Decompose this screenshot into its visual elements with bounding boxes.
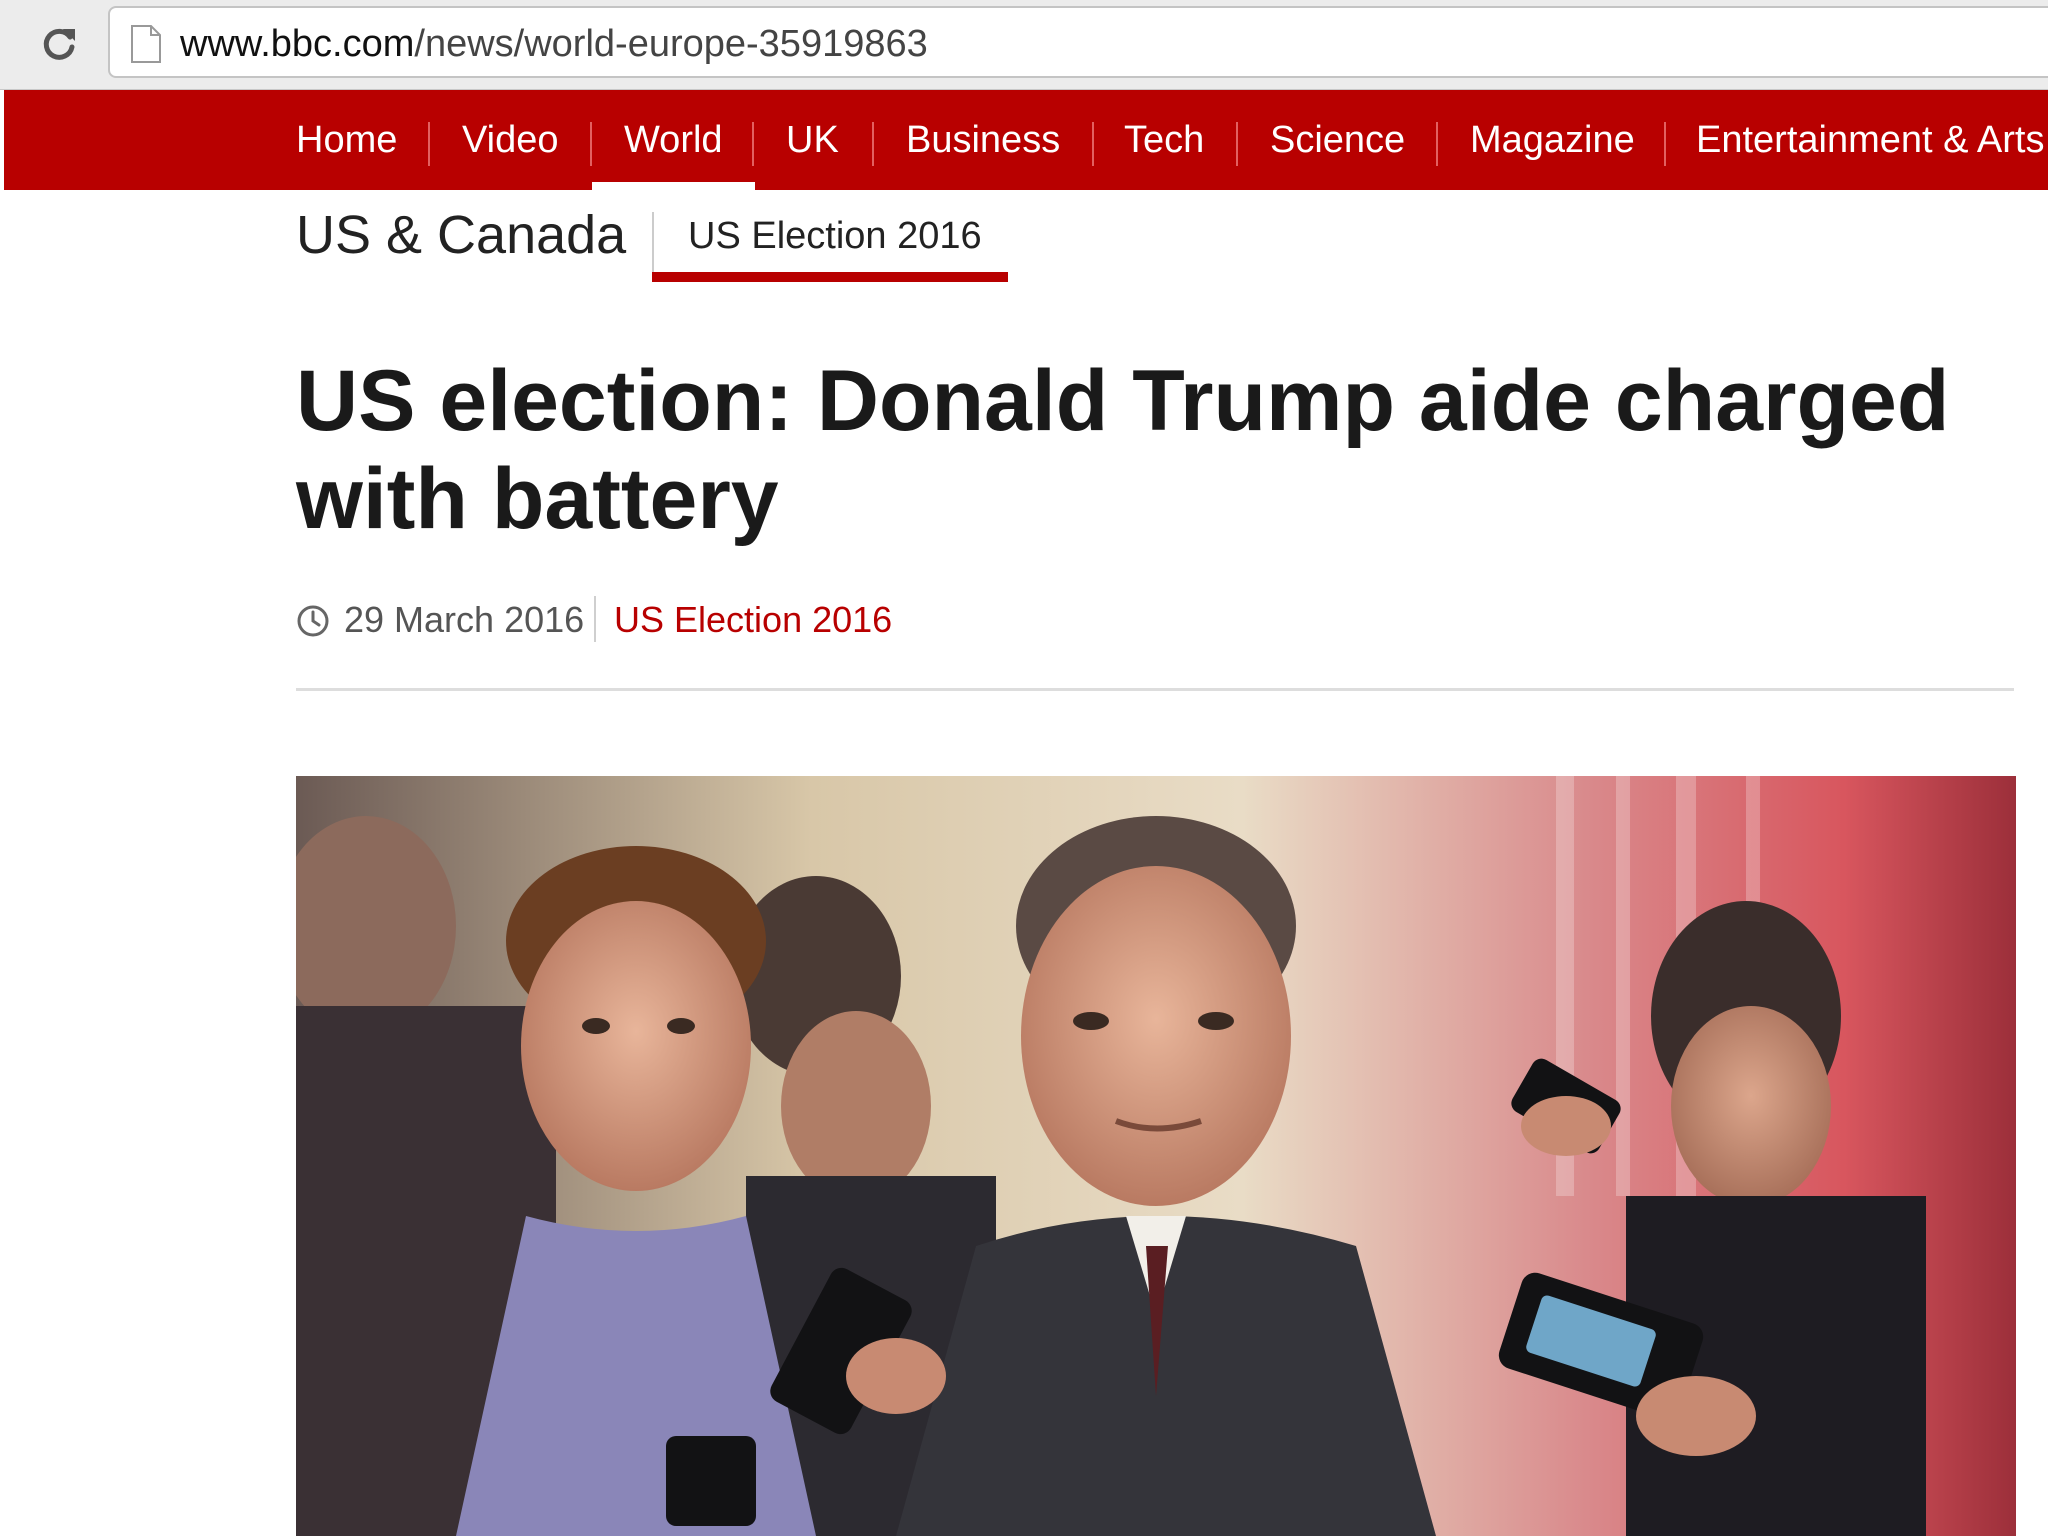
subnav-separator — [652, 212, 654, 274]
nav-item-entertainment-arts[interactable]: Entertainment & Arts — [1696, 90, 2045, 190]
primary-nav: Home Video World UK Business Tech Scienc… — [4, 90, 2048, 190]
page-icon — [130, 24, 162, 69]
nav-separator — [1664, 122, 1666, 166]
nav-item-world[interactable]: World — [592, 90, 754, 190]
url-path: /news/world-europe-35919863 — [414, 23, 928, 65]
nav-separator — [590, 122, 592, 166]
nav-item-video[interactable]: Video — [462, 90, 559, 190]
nav-separator — [428, 122, 430, 166]
nav-item-uk[interactable]: UK — [786, 90, 839, 190]
address-bar[interactable]: www.bbc.com/news/world-europe-35919863 — [108, 6, 2048, 78]
nav-item-home[interactable]: Home — [296, 90, 397, 190]
nav-item-science[interactable]: Science — [1270, 90, 1405, 190]
nav-item-business[interactable]: Business — [906, 90, 1060, 190]
nav-separator — [1436, 122, 1438, 166]
browser-toolbar: www.bbc.com/news/world-europe-35919863 — [0, 0, 2048, 90]
subnav-active-indicator — [652, 272, 1008, 282]
nav-separator — [872, 122, 874, 166]
url-text[interactable]: www.bbc.com/news/world-europe-35919863 — [180, 22, 928, 66]
nav-separator — [752, 122, 754, 166]
url-host: www.bbc.com — [180, 23, 415, 65]
subnav-item-us-election-2016[interactable]: US Election 2016 — [688, 214, 982, 258]
nav-separator — [1092, 122, 1094, 166]
section-title[interactable]: US & Canada — [296, 204, 626, 266]
nav-separator — [1236, 122, 1238, 166]
reload-icon[interactable] — [34, 18, 84, 68]
nav-item-magazine[interactable]: Magazine — [1470, 90, 1635, 190]
article-date: 29 March 2016 — [344, 599, 585, 640]
nav-item-tech[interactable]: Tech — [1124, 90, 1204, 190]
article-hero-image — [296, 776, 2016, 1536]
content-divider — [296, 688, 2014, 691]
meta-separator — [594, 596, 596, 642]
clock-icon — [296, 604, 330, 638]
topic-link[interactable]: US Election 2016 — [614, 598, 892, 642]
article-headline: US election: Donald Trump aide charged w… — [296, 353, 1950, 547]
